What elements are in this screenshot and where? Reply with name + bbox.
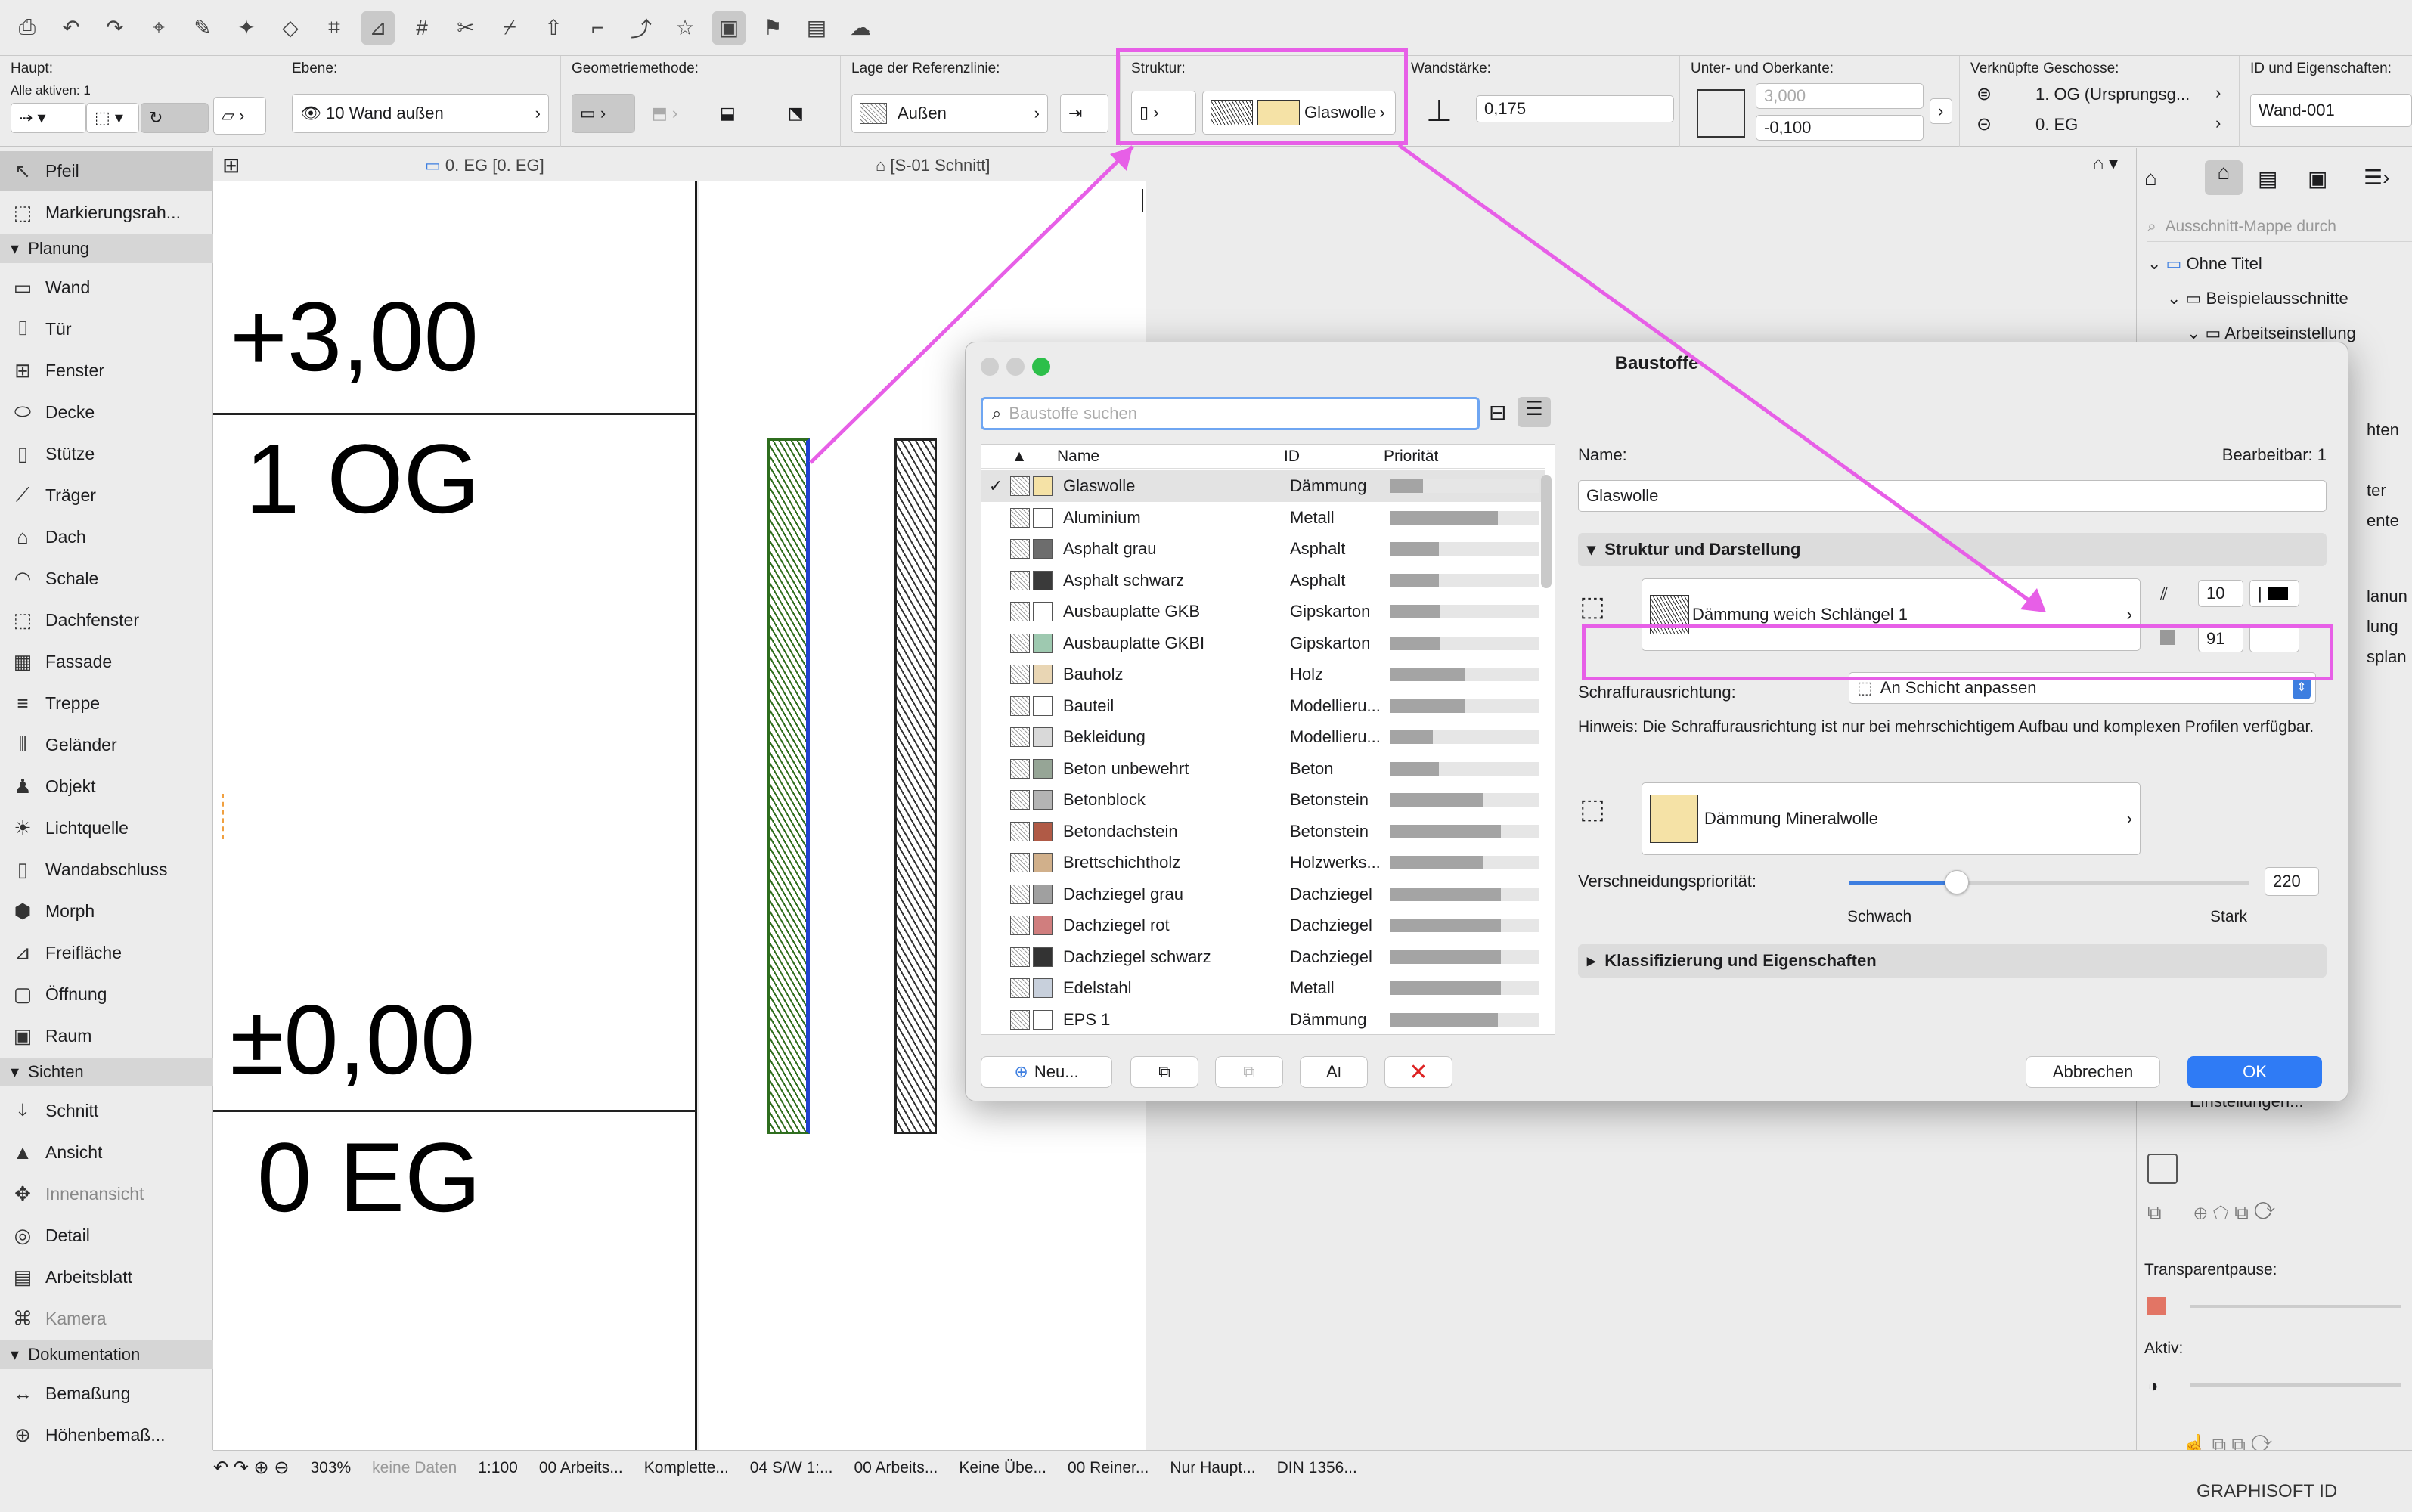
arrow-head-2 xyxy=(2020,588,2046,612)
arrow-wall-to-structure xyxy=(809,145,1134,464)
annotation-arrows xyxy=(809,143,2046,612)
arrow-structure-to-hatch xyxy=(1397,143,2043,612)
